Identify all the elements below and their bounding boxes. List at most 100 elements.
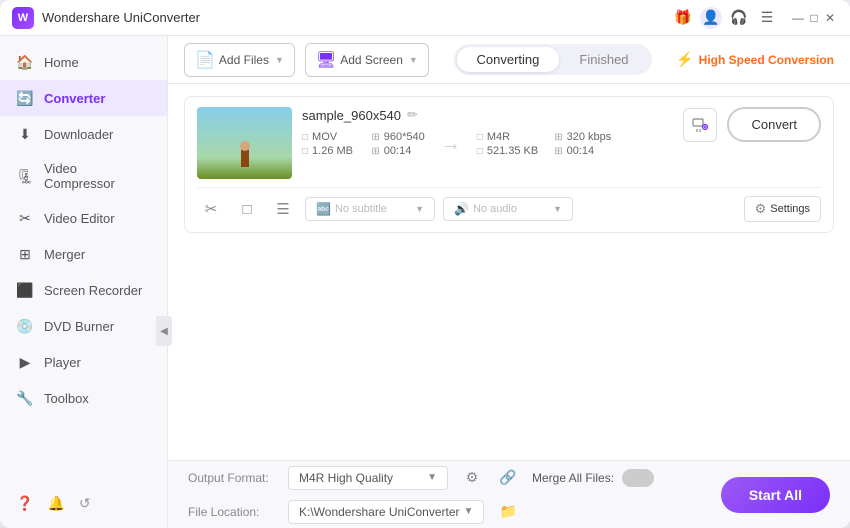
maximize-button[interactable]: □ bbox=[806, 10, 822, 26]
sidebar: 🏠 Home 🔄 Converter ⬇ Downloader 🗜 Video … bbox=[0, 36, 168, 528]
settings-link-icon[interactable]: ⚙ bbox=[458, 464, 486, 492]
app-logo: W bbox=[12, 7, 34, 29]
file-edit-icon[interactable]: ✏ bbox=[407, 107, 418, 123]
file-target: □ M4R ⊞ 320 kbps □ 521.3 bbox=[477, 131, 616, 157]
add-files-icon: 📄 bbox=[195, 50, 215, 70]
folder-button[interactable]: 📁 bbox=[494, 498, 522, 526]
audio-chevron: ▼ bbox=[553, 204, 562, 214]
title-bar-icons: 🎁 👤 🎧 ☰ bbox=[672, 7, 778, 29]
sidebar-collapse-button[interactable]: ◀ bbox=[156, 316, 172, 346]
file-extra-action-button[interactable] bbox=[683, 108, 717, 142]
sidebar-item-video-editor-label: Video Editor bbox=[44, 211, 115, 226]
add-files-chevron: ▼ bbox=[275, 55, 284, 65]
merge-toggle[interactable] bbox=[622, 469, 654, 487]
source-format: MOV bbox=[312, 131, 337, 143]
user-icon[interactable]: 👤 bbox=[700, 7, 722, 29]
sidebar-item-video-compressor-label: Video Compressor bbox=[44, 161, 151, 191]
sidebar-item-video-compressor[interactable]: 🗜 Video Compressor bbox=[0, 152, 167, 200]
subtitle-placeholder: No subtitle bbox=[335, 203, 411, 215]
title-bar: W Wondershare UniConverter 🎁 👤 🎧 ☰ — □ ✕ bbox=[0, 0, 850, 36]
start-all-button[interactable]: Start All bbox=[721, 477, 830, 513]
app-window: W Wondershare UniConverter 🎁 👤 🎧 ☰ — □ ✕… bbox=[0, 0, 850, 528]
sidebar-item-screen-recorder[interactable]: ⬛ Screen Recorder bbox=[0, 272, 167, 308]
output-format-select[interactable]: M4R High Quality ▼ bbox=[288, 466, 448, 490]
sidebar-item-video-editor[interactable]: ✂ Video Editor bbox=[0, 200, 167, 236]
source-duration-row: ⊞ 00:14 bbox=[371, 145, 424, 157]
source-format-row: □ MOV bbox=[302, 131, 355, 143]
converter-icon: 🔄 bbox=[16, 89, 34, 107]
source-size: 1.26 MB bbox=[312, 145, 353, 157]
sidebar-item-home[interactable]: 🏠 Home bbox=[0, 44, 167, 80]
dvd-burner-icon: 💿 bbox=[16, 317, 34, 335]
subtitle-tool-button[interactable]: □ bbox=[233, 197, 261, 221]
start-all-label: Start All bbox=[749, 487, 802, 503]
help-icon[interactable]: ❓ bbox=[16, 495, 33, 512]
settings-button[interactable]: ⚙ Settings bbox=[744, 196, 821, 222]
screen-recorder-icon: ⬛ bbox=[16, 281, 34, 299]
target-duration: 00:14 bbox=[567, 145, 595, 157]
high-speed-conversion[interactable]: ⚡ High Speed Conversion bbox=[676, 51, 834, 68]
sidebar-item-converter[interactable]: 🔄 Converter bbox=[0, 80, 167, 116]
convert-arrow: → bbox=[425, 133, 477, 156]
target-bitrate: 320 kbps bbox=[567, 131, 612, 143]
content-area: 📄 Add Files ▼ 🖥 Add Screen ▼ Converting … bbox=[168, 36, 850, 528]
location-chevron: ▼ bbox=[464, 506, 474, 517]
add-screen-icon: 🖥 bbox=[316, 50, 336, 70]
file-item: sample_960x540 ✏ □ MOV bbox=[184, 96, 834, 233]
file-thumbnail bbox=[197, 107, 292, 179]
scissors-tool-button[interactable]: ✂ bbox=[197, 197, 225, 221]
convert-button[interactable]: Convert bbox=[727, 107, 821, 142]
resolution-icon: ⊞ bbox=[371, 132, 379, 143]
gift-icon[interactable]: 🎁 bbox=[672, 7, 694, 29]
target-size: 521.35 KB bbox=[487, 145, 538, 157]
home-icon: 🏠 bbox=[16, 53, 34, 71]
sidebar-item-screen-recorder-label: Screen Recorder bbox=[44, 283, 142, 298]
merge-section: Merge All Files: bbox=[532, 469, 654, 487]
minimize-button[interactable]: — bbox=[790, 10, 806, 26]
lightning-icon: ⚡ bbox=[676, 51, 693, 68]
tab-group: Converting Finished bbox=[454, 44, 652, 75]
file-location-row: File Location: K:\Wondershare UniConvert… bbox=[188, 498, 705, 526]
merger-icon: ⊞ bbox=[16, 245, 34, 263]
bottom-left: Output Format: M4R High Quality ▼ ⚙ 🔗 Me… bbox=[188, 464, 705, 526]
add-screen-button[interactable]: 🖥 Add Screen ▼ bbox=[305, 43, 429, 77]
player-icon: ▶ bbox=[16, 353, 34, 371]
sidebar-item-converter-label: Converter bbox=[44, 91, 105, 106]
sidebar-item-player[interactable]: ▶ Player bbox=[0, 344, 167, 380]
notification-icon[interactable]: 🔔 bbox=[47, 495, 64, 512]
list-tool-button[interactable]: ☰ bbox=[269, 197, 297, 221]
subtitle-icon: 🔤 bbox=[316, 202, 331, 216]
sidebar-item-player-label: Player bbox=[44, 355, 81, 370]
sidebar-item-downloader[interactable]: ⬇ Downloader bbox=[0, 116, 167, 152]
headphone-icon[interactable]: 🎧 bbox=[728, 7, 750, 29]
downloader-icon: ⬇ bbox=[16, 125, 34, 143]
tab-finished[interactable]: Finished bbox=[559, 47, 648, 72]
target-size-row: □ 521.35 KB bbox=[477, 145, 538, 157]
convert-button-label: Convert bbox=[751, 117, 797, 132]
menu-icon[interactable]: ☰ bbox=[756, 7, 778, 29]
app-title: Wondershare UniConverter bbox=[42, 10, 672, 25]
sidebar-item-merger-label: Merger bbox=[44, 247, 85, 262]
add-screen-label: Add Screen bbox=[340, 53, 403, 67]
open-link-icon[interactable]: 🔗 bbox=[494, 464, 522, 492]
target-format-icon: □ bbox=[477, 132, 483, 143]
bottom-bar: Output Format: M4R High Quality ▼ ⚙ 🔗 Me… bbox=[168, 460, 850, 528]
file-location-select[interactable]: K:\Wondershare UniConverter ▼ bbox=[288, 500, 484, 524]
size-icon: □ bbox=[302, 146, 308, 157]
subtitle-select[interactable]: 🔤 No subtitle ▼ bbox=[305, 197, 435, 221]
refresh-icon[interactable]: ↺ bbox=[79, 495, 91, 512]
close-button[interactable]: ✕ bbox=[822, 10, 838, 26]
file-info: sample_960x540 ✏ □ MOV bbox=[302, 107, 661, 157]
add-files-button[interactable]: 📄 Add Files ▼ bbox=[184, 43, 295, 77]
audio-select[interactable]: 🔊 No audio ▼ bbox=[443, 197, 573, 221]
tab-converting[interactable]: Converting bbox=[457, 47, 560, 72]
target-size-icon: □ bbox=[477, 146, 483, 157]
sidebar-item-merger[interactable]: ⊞ Merger bbox=[0, 236, 167, 272]
output-format-row: Output Format: M4R High Quality ▼ ⚙ 🔗 Me… bbox=[188, 464, 705, 492]
file-name-row: sample_960x540 ✏ bbox=[302, 107, 661, 123]
sidebar-item-toolbox[interactable]: 🔧 Toolbox bbox=[0, 380, 167, 416]
tab-converting-label: Converting bbox=[477, 52, 540, 67]
content-toolbar: 📄 Add Files ▼ 🖥 Add Screen ▼ Converting … bbox=[168, 36, 850, 84]
sidebar-item-dvd-burner[interactable]: 💿 DVD Burner bbox=[0, 308, 167, 344]
file-area: sample_960x540 ✏ □ MOV bbox=[168, 84, 850, 460]
